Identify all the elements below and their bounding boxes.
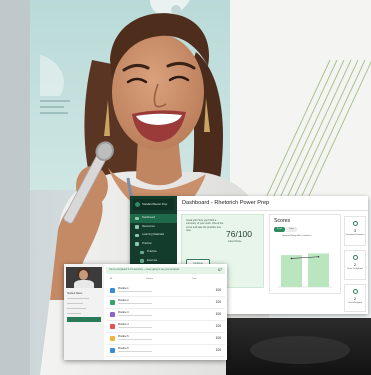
assignment-subtext-line xyxy=(118,315,152,317)
assignment-icon xyxy=(110,312,115,317)
chart-bar xyxy=(307,253,330,287)
student-sidebar: Student Name xyxy=(64,264,104,360)
stat-card-completed-sessions[interactable]: 3 Completed Sessions xyxy=(344,216,366,246)
progress-banner: You've completed 3 of 4 sessions — keep … xyxy=(106,267,225,274)
sidebar-item[interactable]: Practice xyxy=(130,248,177,257)
assignment-row[interactable]: Practice 6 100 xyxy=(106,346,225,357)
menu-item-icon xyxy=(135,233,139,237)
banner-value: 67 xyxy=(218,268,222,272)
assignment-title: Practice 5 xyxy=(118,335,129,338)
filter-practice[interactable]: Practice xyxy=(146,277,153,282)
assignment-row[interactable]: Practice 1 100 xyxy=(106,286,225,297)
assignment-title: Practice 4 xyxy=(118,323,129,326)
assignment-row[interactable]: Practice 3 100 xyxy=(106,310,225,321)
sidebar-item[interactable]: Dashboard xyxy=(130,214,177,223)
assignment-title: Practice 3 xyxy=(118,311,129,314)
sidebar-item[interactable]: Resources xyxy=(130,223,177,232)
stat-value: 2 xyxy=(353,262,357,267)
assignment-score: 100 xyxy=(215,348,221,352)
stat-label: Completed Sessions xyxy=(345,234,365,236)
assignment-title: Practice 6 xyxy=(118,347,129,350)
assignment-row[interactable]: Practice 5 100 xyxy=(106,334,225,345)
menu-item-icon xyxy=(140,250,144,254)
assignment-subtext-line xyxy=(118,303,152,305)
sidebar-item-label: Practice xyxy=(142,241,152,245)
banner-text: You've completed 3 of 4 sessions — keep … xyxy=(109,269,180,271)
assignment-subtext-line xyxy=(118,327,152,329)
filter-bar: All Practice Tests xyxy=(106,277,225,282)
check-icon xyxy=(353,255,358,260)
sidebar-text-line xyxy=(67,308,86,310)
chart-point xyxy=(290,257,293,260)
avatar-body xyxy=(74,280,94,288)
scores-title: Scores xyxy=(274,218,291,224)
sidebar-item-label: Dashboard xyxy=(142,216,156,219)
brand-header[interactable]: Standard Bearer Prep xyxy=(133,199,174,210)
sidebar-item-label: Practice xyxy=(147,250,157,253)
menu-item-icon xyxy=(140,259,144,263)
document-icon xyxy=(353,289,358,294)
assignment-score: 100 xyxy=(215,312,221,316)
filter-tests[interactable]: Tests xyxy=(192,277,197,282)
assignment-subtext-line xyxy=(118,339,152,341)
student-progress-window: Student Name You've completed 3 of 4 ses… xyxy=(64,264,227,360)
sidebar-item-label: Exercise xyxy=(147,258,158,262)
tab-time[interactable]: Time xyxy=(286,227,297,232)
stat-value: 2 xyxy=(353,296,357,301)
sidebar-item[interactable]: Learning Materials xyxy=(130,231,177,240)
menu-item-icon xyxy=(135,242,139,246)
score-caption: Latest Score xyxy=(228,240,242,243)
card-intro-text: Great job! Here you'll find a summary of… xyxy=(186,219,224,233)
assignment-subtext-line xyxy=(118,291,152,293)
assignment-title: Practice 1 xyxy=(118,287,129,290)
assignment-icon xyxy=(110,348,115,353)
assignment-title: Practice 2 xyxy=(118,299,129,302)
stat-card-tests-completed[interactable]: 2 Tests Completed xyxy=(344,250,366,280)
assignment-score: 100 xyxy=(215,324,221,328)
clock-icon xyxy=(353,221,358,226)
assignment-score: 100 xyxy=(215,288,221,292)
student-avatar xyxy=(66,267,102,288)
logo-icon xyxy=(135,202,140,207)
chart-legend: Reading Writing Math Composite xyxy=(282,235,312,237)
sidebar-item-label: Resources xyxy=(142,224,155,228)
sidebar-item-label: Learning Materials xyxy=(142,233,165,236)
filter-all[interactable]: All xyxy=(110,277,112,282)
assignment-icon xyxy=(110,288,115,293)
header-divider xyxy=(177,210,368,211)
tab-score[interactable]: Score xyxy=(274,227,285,232)
stat-label: Tests Completed xyxy=(347,268,363,270)
assignment-icon xyxy=(110,324,115,329)
sidebar-text-line xyxy=(67,298,89,300)
brand-name: Standard Bearer Prep xyxy=(142,203,168,206)
score-value: 76/100 xyxy=(226,229,252,239)
chart-point xyxy=(317,255,320,258)
assignment-score: 100 xyxy=(215,336,221,340)
assignment-icon xyxy=(110,300,115,305)
assignment-row[interactable]: Practice 2 100 xyxy=(106,298,225,309)
assignment-score: 100 xyxy=(215,300,221,304)
student-main: You've completed 3 of 4 sessions — keep … xyxy=(104,264,227,360)
avatar-head xyxy=(79,270,88,280)
sidebar-item[interactable]: Practice xyxy=(130,240,177,249)
assignment-subtext-line xyxy=(118,351,152,353)
scores-chart xyxy=(278,253,332,288)
menu-item-icon xyxy=(135,216,139,220)
sidebar-text-line xyxy=(67,303,83,305)
stat-value: 3 xyxy=(353,228,357,233)
stat-card-tests-assigned[interactable]: 2 Tests Assigned xyxy=(344,284,366,312)
page-title: Dashboard - Rhetorich Power Prep xyxy=(182,200,270,206)
assignment-row[interactable]: Practice 4 100 xyxy=(106,322,225,333)
sidebar-action-button[interactable] xyxy=(67,317,101,322)
student-name: Student Name xyxy=(67,292,83,295)
sidebar-text-line xyxy=(67,313,81,315)
stat-label: Tests Assigned xyxy=(348,302,362,304)
assignment-icon xyxy=(110,336,115,341)
scores-panel: Scores Score Time Reading Writing Math C… xyxy=(269,214,341,294)
menu-item-icon xyxy=(135,225,139,229)
chart-bar xyxy=(280,255,303,287)
